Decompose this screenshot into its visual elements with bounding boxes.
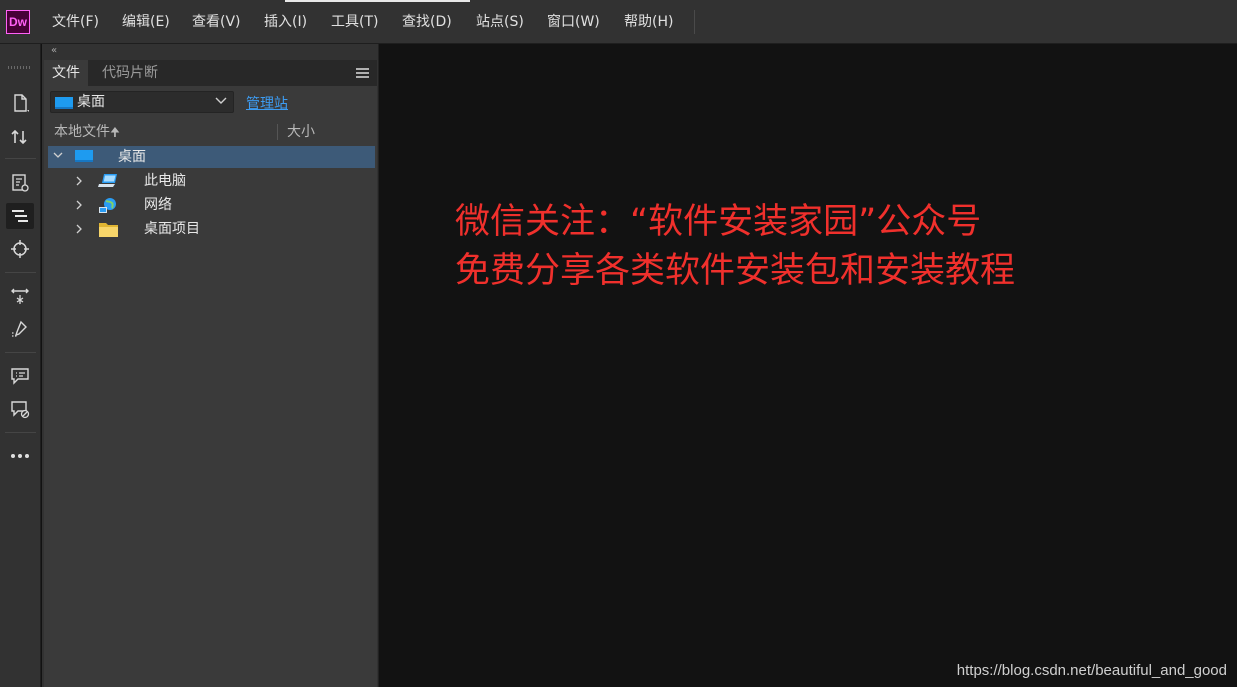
promo-text-line-2: 免费分享各类软件安装包和安装教程 xyxy=(455,251,1016,291)
tab-snippets[interactable]: 代码片断 xyxy=(94,60,166,86)
element-transform-icon[interactable] xyxy=(6,283,34,309)
menu-find[interactable]: 查找(D) xyxy=(402,13,452,31)
toolbar-divider xyxy=(5,272,36,273)
menu-tools[interactable]: 工具(T) xyxy=(331,13,378,31)
more-icon[interactable] xyxy=(6,443,34,469)
toolbar-divider xyxy=(5,352,36,353)
menu-view[interactable]: 查看(V) xyxy=(192,13,241,31)
collapse-panel-icon[interactable]: « xyxy=(51,46,57,56)
column-local-files-label: 本地文件 xyxy=(54,124,110,140)
sort-ascending-icon: 🠉 xyxy=(110,125,120,139)
live-view-inspect-icon[interactable] xyxy=(6,170,34,196)
target-icon[interactable] xyxy=(6,236,34,262)
menu-file[interactable]: 文件(F) xyxy=(52,13,99,31)
panel-menu-icon[interactable] xyxy=(356,68,369,78)
files-panel: « 文件 代码片断 桌面 管理站 本地文件🠉 大小 桌面 此电脑 网络 桌面项目 xyxy=(42,44,379,687)
toolbar-divider xyxy=(5,432,36,433)
files-panel-body: 桌面 管理站 本地文件🠉 大小 桌面 此电脑 网络 桌面项目 xyxy=(44,86,377,687)
menu-bar: Dw 文件(F) 编辑(E) 查看(V) 插入(I) 工具(T) 查找(D) 站… xyxy=(0,0,1237,44)
network-icon xyxy=(99,198,116,213)
menu-divider xyxy=(694,10,695,34)
computer-icon xyxy=(98,174,117,187)
watermark-url: https://blog.csdn.net/beautiful_and_good xyxy=(956,662,1227,679)
menu-edit[interactable]: 编辑(E) xyxy=(122,13,170,31)
chevron-right-icon[interactable] xyxy=(74,175,84,187)
menu-insert[interactable]: 插入(I) xyxy=(264,13,307,31)
menu-help[interactable]: 帮助(H) xyxy=(624,13,673,31)
column-size[interactable]: 大小 xyxy=(287,122,315,142)
code-hint-icon[interactable] xyxy=(6,316,34,342)
toolbar-grip[interactable] xyxy=(8,66,32,69)
dom-panel-icon[interactable] xyxy=(6,203,34,229)
monitor-icon xyxy=(55,97,73,109)
file-transfer-icon[interactable] xyxy=(6,124,34,150)
document-area[interactable]: 微信关注：“软件安装家园”公众号 免费分享各类软件安装包和安装教程 https:… xyxy=(380,44,1237,687)
site-select-value: 桌面 xyxy=(77,94,105,110)
dreamweaver-logo: Dw xyxy=(6,10,30,34)
chevron-right-icon[interactable] xyxy=(74,199,84,211)
tree-item-network[interactable]: 网络 xyxy=(48,194,375,216)
promo-text-line-1: 微信关注：“软件安装家园”公众号 xyxy=(455,202,982,242)
comment-remove-icon[interactable] xyxy=(6,396,34,422)
tree-item-label: 此电脑 xyxy=(144,173,186,189)
menu-window[interactable]: 窗口(W) xyxy=(547,13,600,31)
new-document-icon[interactable] xyxy=(6,90,34,116)
tree-item-label: 桌面项目 xyxy=(144,221,200,237)
menu-site[interactable]: 站点(S) xyxy=(476,13,524,31)
title-bar-highlight xyxy=(285,0,470,2)
site-select[interactable]: 桌面 xyxy=(50,91,234,113)
tree-item-desktop-project[interactable]: 桌面项目 xyxy=(48,218,375,240)
tree-item-label: 网络 xyxy=(144,197,172,213)
panel-tabs: 文件 代码片断 xyxy=(44,60,377,86)
column-local-files[interactable]: 本地文件🠉 xyxy=(54,122,120,142)
toolbar-divider xyxy=(5,158,36,159)
tree-item-label: 桌面 xyxy=(118,149,146,165)
left-toolbar xyxy=(0,44,41,687)
chevron-down-icon[interactable] xyxy=(52,151,64,161)
tree-item-desktop[interactable]: 桌面 xyxy=(48,146,375,168)
comment-icon[interactable] xyxy=(6,363,34,389)
folder-icon xyxy=(99,223,118,237)
monitor-icon xyxy=(75,150,93,162)
chevron-down-icon xyxy=(215,97,227,104)
tab-files[interactable]: 文件 xyxy=(44,60,88,86)
chevron-right-icon[interactable] xyxy=(74,223,84,235)
column-divider[interactable] xyxy=(277,124,278,140)
manage-sites-link[interactable]: 管理站 xyxy=(246,96,288,112)
tree-item-this-pc[interactable]: 此电脑 xyxy=(48,170,375,192)
